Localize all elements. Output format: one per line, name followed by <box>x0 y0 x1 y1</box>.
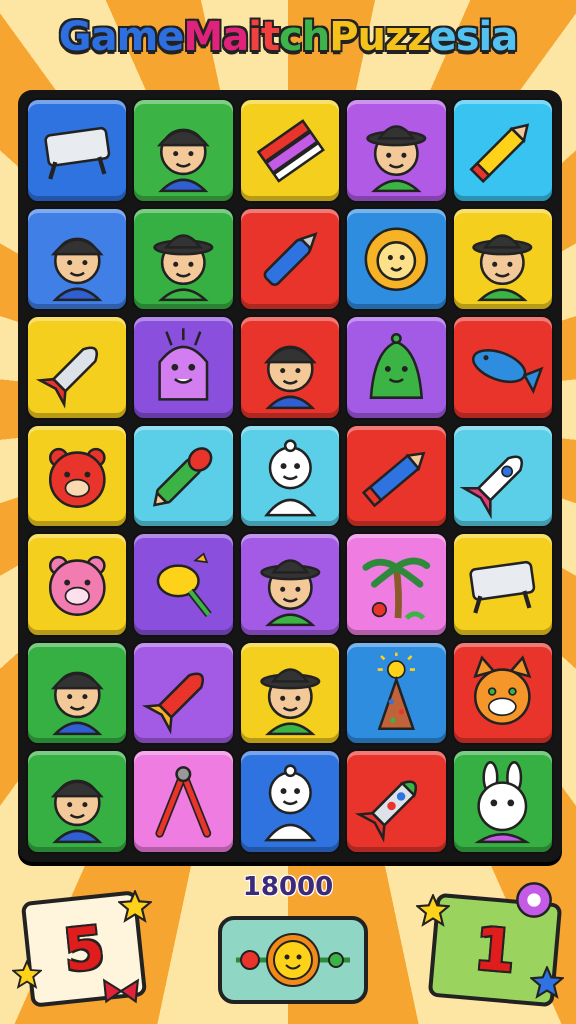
snowman-icon <box>263 439 317 517</box>
title-part: Puzz <box>329 14 430 60</box>
tile[interactable] <box>238 423 342 529</box>
title-part: Ma <box>183 14 249 60</box>
red-bear-icon <box>48 447 106 508</box>
palm-tree-icon <box>362 557 431 621</box>
tile[interactable] <box>132 640 235 746</box>
title-part: Game <box>58 14 185 60</box>
tile[interactable] <box>238 749 342 854</box>
tile[interactable] <box>132 532 235 637</box>
tile-grid <box>26 98 554 854</box>
sun-tree-icon <box>377 652 416 730</box>
purple-monster-icon <box>158 328 209 401</box>
blue-pen-icon <box>263 231 318 286</box>
tile[interactable] <box>345 423 448 529</box>
tile[interactable] <box>238 640 342 746</box>
rocket-icon <box>35 346 98 409</box>
tile[interactable] <box>345 749 448 854</box>
tile[interactable] <box>26 749 129 854</box>
booster-button[interactable] <box>218 916 368 1004</box>
tile[interactable] <box>451 206 554 312</box>
flower-icon <box>516 882 552 918</box>
star-icon <box>118 890 152 923</box>
boy-cap-icon <box>50 671 104 736</box>
boy-hat-icon <box>472 233 533 301</box>
boy-hat-icon <box>153 233 214 301</box>
sun-flower-booster-icon <box>236 933 350 987</box>
yellow-top-icon <box>156 552 212 618</box>
tile[interactable] <box>345 98 448 203</box>
tile[interactable] <box>451 532 554 637</box>
tile[interactable] <box>451 98 554 203</box>
tile[interactable] <box>345 206 448 312</box>
tile[interactable] <box>26 423 129 529</box>
tile[interactable] <box>238 98 342 203</box>
compass-tool-icon <box>155 766 212 839</box>
game-board <box>18 90 562 862</box>
boy-hat-icon <box>259 668 321 736</box>
boy-hat-icon <box>259 559 321 627</box>
tile[interactable] <box>238 315 342 420</box>
tile[interactable] <box>451 423 554 529</box>
game-title: Game Maitch Puzzesia <box>0 14 576 60</box>
green-pen-icon <box>153 446 213 507</box>
tile[interactable] <box>345 315 448 420</box>
tile[interactable] <box>238 532 342 637</box>
tile[interactable] <box>26 315 129 420</box>
bow-icon <box>102 978 140 1004</box>
tile[interactable] <box>26 206 129 312</box>
tile[interactable] <box>451 315 554 420</box>
green-ghost-icon <box>369 333 424 400</box>
lion-icon <box>364 227 429 291</box>
moves-value: 5 <box>60 913 108 985</box>
title-part: it <box>248 14 280 60</box>
star-icon <box>12 960 42 990</box>
tile[interactable] <box>345 532 448 637</box>
tile[interactable] <box>26 532 129 637</box>
fish-icon <box>472 349 544 395</box>
title-part: esia <box>429 14 519 60</box>
level-value: 1 <box>471 914 519 986</box>
star-icon <box>416 894 450 927</box>
tile[interactable] <box>132 749 235 854</box>
tile[interactable] <box>132 423 235 529</box>
tile[interactable] <box>132 315 235 420</box>
crayons-icon <box>256 119 325 183</box>
boy-hat-icon <box>366 125 427 193</box>
bunny-icon <box>474 761 531 844</box>
title-part: ch <box>279 14 330 60</box>
boy-cap-icon <box>263 345 317 410</box>
tile[interactable] <box>26 640 129 746</box>
pink-bear-icon <box>48 556 106 617</box>
blue-crayon-icon <box>361 451 426 508</box>
sign-board-icon <box>469 561 536 614</box>
tile[interactable] <box>451 749 554 854</box>
tile[interactable] <box>451 640 554 746</box>
tile[interactable] <box>132 206 235 312</box>
rocket-pink-icon <box>460 455 524 520</box>
cat-icon <box>473 655 532 725</box>
boy-cap-icon <box>157 128 210 193</box>
sign-board-icon <box>44 126 111 180</box>
boy-cap-icon <box>50 237 104 301</box>
pencil-icon <box>469 123 530 184</box>
green-rocket-icon <box>354 780 418 844</box>
tile[interactable] <box>345 640 448 746</box>
tile[interactable] <box>238 206 342 312</box>
snowman-icon <box>263 764 317 842</box>
tile[interactable] <box>132 98 235 203</box>
tile[interactable] <box>26 98 129 203</box>
star-icon <box>530 966 564 999</box>
boy-cap-icon <box>50 780 104 844</box>
red-rocket-icon <box>142 672 205 735</box>
